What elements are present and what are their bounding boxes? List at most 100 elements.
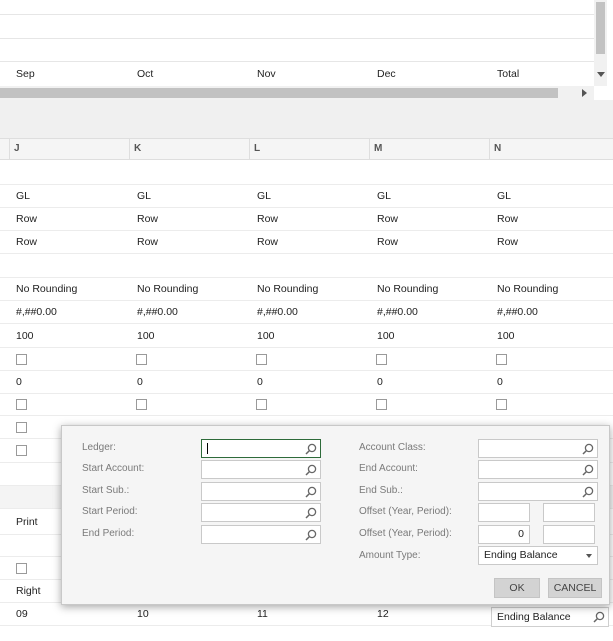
checkbox[interactable] [376,353,387,365]
ledger-field[interactable] [201,439,321,458]
table-cell[interactable]: #,##0.00 [377,301,418,323]
table-cell[interactable]: GL [257,185,271,207]
table-cell[interactable]: Row [137,208,158,230]
table-cell[interactable]: GL [137,185,151,207]
grid-line [0,14,594,15]
column-header-k[interactable]: K [129,139,249,159]
search-icon[interactable] [305,507,317,519]
search-icon[interactable] [305,443,317,455]
table-cell[interactable]: Row [497,231,518,253]
table-cell[interactable]: Row [257,208,278,230]
table-cell[interactable]: #,##0.00 [497,301,538,323]
end-period-field[interactable] [201,525,321,544]
table-row: No Rounding No Rounding No Rounding No R… [0,278,613,301]
table-cell[interactable]: 10 [137,603,149,625]
vertical-scrollbar[interactable] [594,0,607,86]
grid-line [0,38,594,39]
top-grid: Sep Oct Nov Dec Total [0,0,594,86]
offset1-period-field[interactable] [543,503,595,522]
checkbox[interactable] [256,399,267,410]
table-cell[interactable]: 12 [377,603,389,625]
cancel-button[interactable]: CANCEL [548,578,602,598]
column-header-j[interactable]: J [9,139,129,159]
month-header-sep: Sep [16,68,35,80]
horizontal-scrollbar[interactable] [0,86,594,100]
search-icon[interactable] [593,611,605,623]
table-cell[interactable]: No Rounding [16,278,77,300]
offset2-year-field[interactable]: 0 [478,525,530,544]
table-cell[interactable]: 11 [257,603,268,625]
end-account-field[interactable] [478,460,598,479]
start-account-field[interactable] [201,460,321,479]
table-cell[interactable]: GL [377,185,391,207]
chevron-down-icon[interactable] [586,554,592,558]
table-row: Row Row Row Row Row [0,208,613,231]
table-cell[interactable]: #,##0.00 [257,301,298,323]
table-cell[interactable]: 0 [137,371,143,393]
table-cell[interactable]: #,##0.00 [137,301,178,323]
table-cell[interactable]: No Rounding [137,278,198,300]
search-icon[interactable] [582,443,594,455]
table-cell[interactable]: 100 [257,324,275,347]
search-icon[interactable] [582,464,594,476]
table-cell[interactable]: 100 [137,324,155,347]
table-cell[interactable]: No Rounding [257,278,318,300]
table-cell[interactable]: 100 [16,324,34,347]
checkbox[interactable] [16,399,27,410]
search-icon[interactable] [582,486,594,498]
table-cell[interactable]: Right [16,580,41,602]
column-header-m[interactable]: M [369,139,489,159]
account-class-field[interactable] [478,439,598,458]
checkbox[interactable] [136,353,147,365]
table-cell[interactable]: Row [16,208,37,230]
arrow-down-icon[interactable] [597,72,605,77]
table-cell[interactable]: 0 [257,371,263,393]
amount-type-select[interactable]: Ending Balance [478,546,598,565]
ok-button[interactable]: OK [494,578,540,598]
search-icon[interactable] [305,464,317,476]
checkbox[interactable] [136,399,147,410]
table-cell[interactable]: #,##0.00 [16,301,57,323]
start-period-field[interactable] [201,503,321,522]
table-cell[interactable]: 0 [16,371,22,393]
table-cell[interactable]: Row [497,208,518,230]
column-header-l[interactable]: L [249,139,369,159]
arrow-right-icon[interactable] [582,89,587,97]
table-cell[interactable]: 0 [497,371,503,393]
amount-type-cell-field[interactable]: Ending Balance [491,607,609,627]
checkbox[interactable] [496,399,507,410]
checkbox[interactable] [16,562,27,574]
start-sub-field[interactable] [201,482,321,501]
checkbox[interactable] [496,353,507,365]
scroll-thumb[interactable] [596,2,605,54]
checkbox[interactable] [16,353,27,365]
scroll-thumb[interactable] [0,88,558,98]
offset2-period-field[interactable] [543,525,595,544]
account-class-label: Account Class: [359,442,426,453]
checkbox[interactable] [256,353,267,365]
checkbox[interactable] [376,399,387,410]
end-sub-field[interactable] [478,482,598,501]
table-cell[interactable]: No Rounding [377,278,438,300]
table-cell[interactable]: Row [377,208,398,230]
table-cell[interactable]: 09 [16,603,28,625]
search-icon[interactable] [305,486,317,498]
column-header-n[interactable]: N [489,139,613,159]
table-cell[interactable]: Row [257,231,278,253]
table-cell[interactable]: 0 [377,371,383,393]
table-cell[interactable]: Row [16,231,37,253]
parameters-dialog: Ledger: Start Account: Start Sub.: Start… [61,425,610,605]
table-cell[interactable]: 100 [497,324,515,347]
table-cell[interactable]: Print [16,509,38,534]
checkbox[interactable] [16,421,27,433]
table-cell[interactable]: 100 [377,324,395,347]
table-cell[interactable]: GL [16,185,30,207]
table-cell[interactable]: Row [137,231,158,253]
table-row: 100 100 100 100 100 [0,324,613,348]
table-cell[interactable]: GL [497,185,511,207]
table-cell[interactable]: No Rounding [497,278,558,300]
table-cell[interactable]: Row [377,231,398,253]
offset1-year-field[interactable] [478,503,530,522]
search-icon[interactable] [305,529,317,541]
checkbox[interactable] [16,445,27,456]
